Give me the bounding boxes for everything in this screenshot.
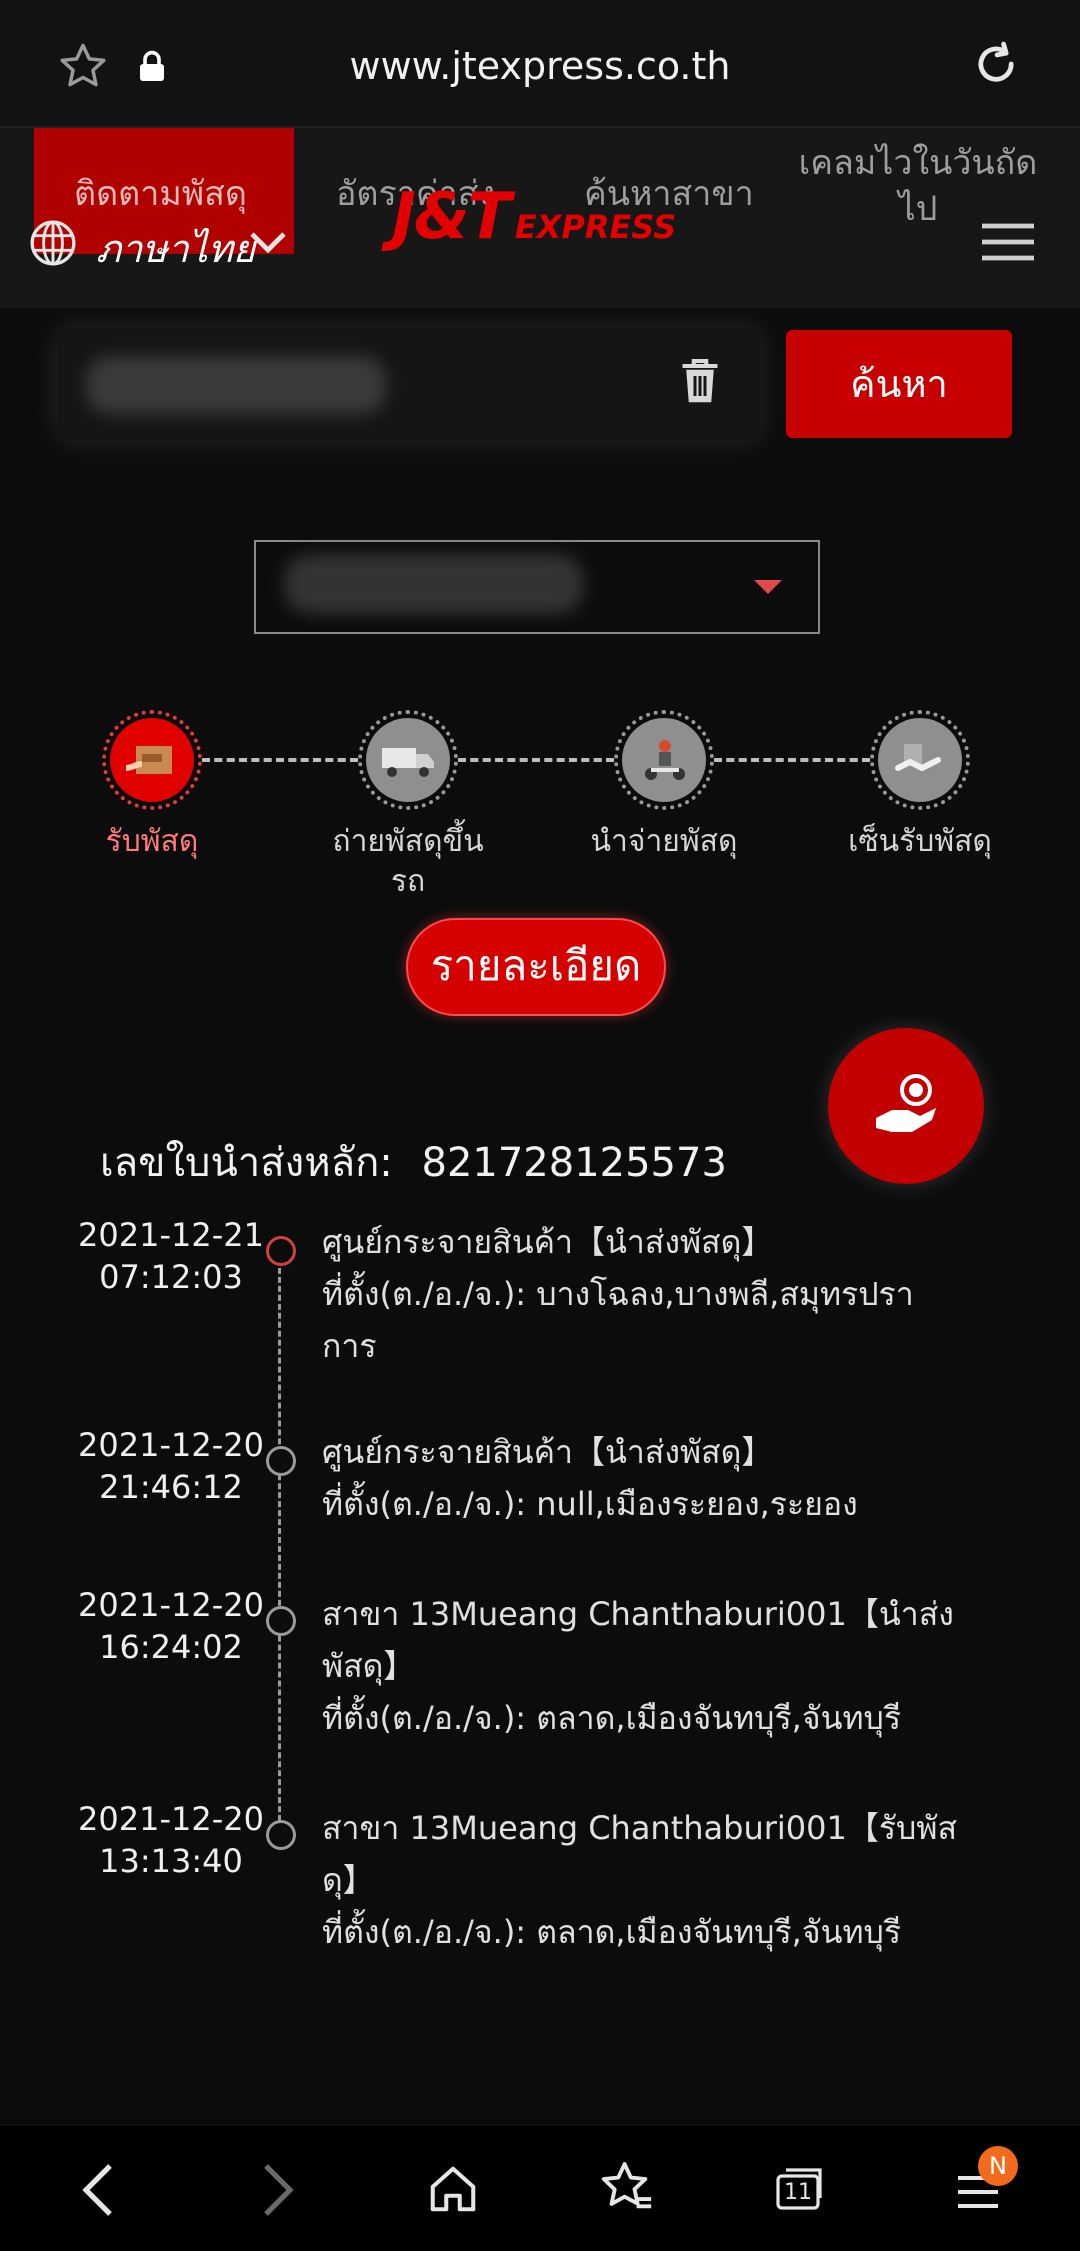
timeline-event-cont: พัสดุ】 [322,1647,416,1685]
hand-coin-icon [876,1074,936,1132]
timeline-time: 16:24:02 [99,1628,243,1666]
search-button[interactable]: ค้นหา [786,330,1012,438]
step-connector [202,758,358,762]
jt-express-logo[interactable]: J&T EXPRESS [392,180,676,254]
step-label-received: รับพัสดุ [105,824,199,859]
floating-payment-button[interactable] [828,1028,984,1184]
timeline-location-cont: การ [322,1327,377,1365]
step-delivery-scooter-icon[interactable] [614,710,714,810]
timeline-dot [266,1820,296,1850]
home-icon[interactable] [426,2162,480,2216]
timeline-timestamp: 2021-12-21 07:12:03 [76,1214,266,1298]
step-loaded-truck-icon[interactable] [358,710,458,810]
url-text[interactable]: www.jtexpress.co.th [0,44,1080,88]
timeline-timestamp: 2021-12-20 16:24:02 [76,1584,266,1668]
step-label-delivering: นำจ่ายพัสดุ [590,824,738,859]
step-connector [458,758,614,762]
chevron-down-icon[interactable] [248,230,288,256]
redacted-selected-waybill [284,554,584,614]
timeline-entry: ศูนย์กระจายสินค้า【นำส่งพัสดุ】 ที่ตั้ง(ต.… [322,1216,1002,1372]
step-label-loaded: ถ่ายพัสดุขึ้น รถ [288,822,528,902]
nav-tracking-label: ติดตามพัสดุ [74,174,247,214]
step-connector [714,758,870,762]
timeline-event: ศูนย์กระจายสินค้า【นำส่งพัสดุ】 [322,1223,774,1261]
main-waybill-row: เลขใบนำส่งหลัก: 821728125573 [100,1130,727,1194]
timeline-dot [266,1606,296,1636]
tabs-count: 11 [784,2180,812,2205]
timeline-location: ที่ตั้ง(ต./อ./จ.): ตลาด,เมืองจันทบุรี,จั… [322,1699,902,1737]
timeline-date: 2021-12-20 [78,1586,264,1624]
step-received-icon[interactable] [102,710,202,810]
logo-sub: EXPRESS [514,208,677,246]
timeline-event-cont: ดุ】 [322,1861,375,1899]
timeline-location: ที่ตั้ง(ต./อ./จ.): ตลาด,เมืองจันทบุรี,จั… [322,1913,902,1951]
timeline-timestamp: 2021-12-20 13:13:40 [76,1798,266,1882]
back-icon[interactable] [78,2162,118,2218]
bookmarks-star-icon[interactable] [598,2158,656,2216]
details-button[interactable]: รายละเอียด [406,918,666,1016]
waybill-number: 821728125573 [421,1140,727,1186]
tabs-button[interactable]: 11 [774,2164,828,2212]
timeline-event: สาขา 13Mueang Chanthaburi001【รับพัส [322,1809,957,1847]
step-label-loaded-line1: ถ่ายพัสดุขึ้น [332,824,484,859]
nav-claim-line1: เคลมไวในวันถัด [798,143,1038,183]
reload-icon[interactable] [970,38,1022,90]
timeline-entry: สาขา 13Mueang Chanthaburi001【นำส่ง พัสดุ… [322,1588,1002,1744]
step-label-loaded-line2: รถ [390,864,426,899]
step-label-signed: เซ็นรับพัสดุ [848,824,992,859]
timeline-line [278,1250,281,1830]
timeline-location: ที่ตั้ง(ต./อ./จ.): บางโฉลง,บางพลี,สมุทรป… [322,1275,914,1313]
logo-main: J&T [392,180,511,254]
timeline-entry: สาขา 13Mueang Chanthaburi001【รับพัส ดุ】 … [322,1802,1002,1958]
nav-claim[interactable]: เคลมไวในวันถัด ไป [790,140,1046,232]
timeline-event: สาขา 13Mueang Chanthaburi001【นำส่ง [322,1595,954,1633]
timeline-date: 2021-12-20 [78,1426,264,1464]
language-selector[interactable]: ภาษาไทย [96,218,255,279]
step-signed-handshake-icon[interactable] [870,710,970,810]
notification-badge: N [978,2146,1018,2186]
timeline-time: 21:46:12 [99,1468,243,1506]
hamburger-menu-icon[interactable] [980,222,1036,262]
timeline-location: ที่ตั้ง(ต./อ./จ.): null,เมืองระยอง,ระยอง [322,1485,858,1523]
timeline-entry: ศูนย์กระจายสินค้า【นำส่งพัสดุ】 ที่ตั้ง(ต.… [322,1426,1002,1530]
waybill-label: เลขใบนำส่งหลัก: [100,1140,393,1186]
browser-bottom-bar [0,2126,1080,2251]
redacted-tracking-number [86,356,386,414]
timeline-timestamp: 2021-12-20 21:46:12 [76,1424,266,1508]
timeline-time: 07:12:03 [99,1258,243,1296]
timeline-time: 13:13:40 [99,1842,243,1880]
dropdown-arrow-icon[interactable] [754,580,782,594]
timeline-date: 2021-12-21 [78,1216,264,1254]
timeline-dot [266,1446,296,1476]
trash-icon[interactable] [680,356,720,406]
forward-icon[interactable] [258,2162,298,2218]
globe-icon[interactable] [28,218,78,268]
timeline-dot-active [266,1236,296,1266]
timeline-event: ศูนย์กระจายสินค้า【นำส่งพัสดุ】 [322,1433,774,1471]
timeline-date: 2021-12-20 [78,1800,264,1838]
